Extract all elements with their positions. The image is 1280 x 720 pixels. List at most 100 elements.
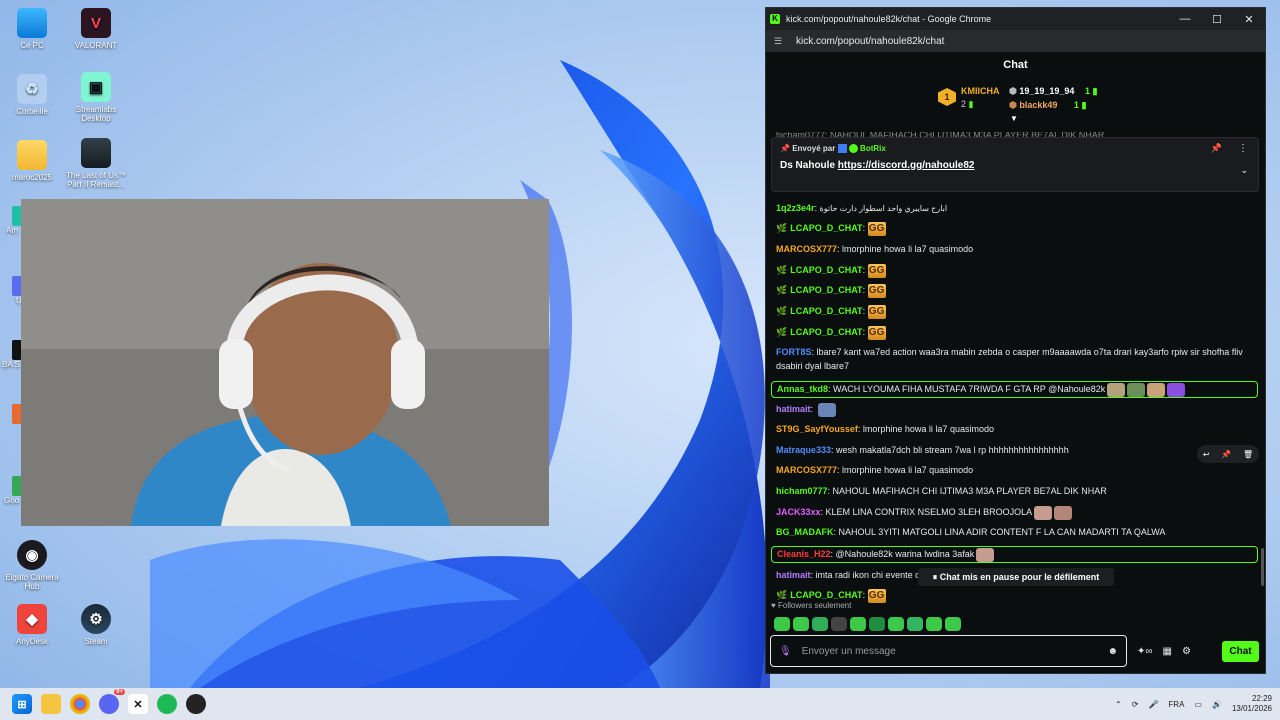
- minimize-icon[interactable]: —: [1169, 13, 1201, 25]
- chat-message[interactable]: ST9G_SayfYoussef: lmorphine howa li la7 …: [776, 422, 1256, 436]
- emote-icon[interactable]: [926, 617, 942, 631]
- chat-username[interactable]: BG_MADAFK: [776, 527, 834, 537]
- chrome-titlebar[interactable]: K kick.com/popout/nahoule82k/chat - Goog…: [766, 8, 1265, 30]
- send-chat-button[interactable]: Chat: [1222, 640, 1259, 662]
- unpin-icon[interactable]: 📌: [1211, 143, 1222, 154]
- chat-scrollbar[interactable]: [1261, 548, 1264, 586]
- emote-icon[interactable]: [945, 617, 961, 631]
- chat-username[interactable]: 1q2z3e4r: [776, 203, 815, 213]
- volume-icon[interactable]: 🔊: [1212, 700, 1222, 709]
- desktop-icon-fragment[interactable]: BA S: [0, 340, 22, 369]
- leaderboard-second-row[interactable]: ⬢ 19_19_19_94 1 ▮: [1009, 86, 1097, 97]
- clock[interactable]: 22:29 13/01/2026: [1232, 694, 1272, 714]
- chat-username[interactable]: hatimait: [776, 404, 811, 414]
- collapse-leaderboard-icon[interactable]: ▼: [1010, 114, 1018, 123]
- desktop-icon-steam[interactable]: ⚙ Steam: [62, 604, 130, 646]
- chat-username[interactable]: LCAPO_D_CHAT: [790, 223, 862, 233]
- delete-icon[interactable]: 🗑: [1243, 450, 1253, 459]
- chat-username[interactable]: MARCOSX777: [776, 465, 837, 475]
- emote-icon[interactable]: [793, 617, 809, 631]
- emote-icon[interactable]: [774, 617, 790, 631]
- desktop-icon-ce-pc[interactable]: Ce PC: [0, 8, 66, 50]
- chat-message[interactable]: BG_MADAFK: NAHOUL 3YITI MATGOLI LINA ADI…: [776, 525, 1256, 539]
- reply-icon[interactable]: ↩: [1203, 450, 1210, 459]
- chat-paused-notice[interactable]: ⏸ Chat mis en pause pour le défilement: [918, 568, 1114, 586]
- chat-username[interactable]: Matraque333: [776, 445, 831, 455]
- chat-username[interactable]: ST9G_SayfYoussef: [776, 424, 858, 434]
- emote-icon[interactable]: [888, 617, 904, 631]
- discord-link[interactable]: https://discord.gg/nahoule82: [838, 160, 975, 171]
- desktop-icon-fragment[interactable]: Am: [0, 206, 22, 235]
- sync-icon[interactable]: ⟳: [1132, 700, 1139, 709]
- chat-message[interactable]: hatimait:: [776, 402, 1256, 417]
- leaderboard-first-name[interactable]: KMIICHA: [961, 86, 1000, 96]
- maximize-icon[interactable]: ☐: [1201, 13, 1233, 26]
- chat-message[interactable]: JACK33xx: KLEM LINA CONTRIX NSELMO 3LEH …: [776, 505, 1256, 520]
- site-settings-icon[interactable]: ☰: [774, 36, 790, 47]
- chat-username[interactable]: FORT8S: [776, 347, 812, 357]
- emote-icon[interactable]: [831, 617, 847, 631]
- chat-username[interactable]: LCAPO_D_CHAT: [790, 265, 862, 275]
- spotify-icon[interactable]: [157, 694, 177, 714]
- emoji-icon[interactable]: ☻: [1107, 646, 1118, 657]
- desktop-icon-fragment[interactable]: U: [0, 276, 22, 305]
- chat-username[interactable]: LCAPO_D_CHAT: [790, 306, 862, 316]
- pinned-message[interactable]: 📌 Envoyé par BotRix Ds Nahoule https://d…: [771, 137, 1259, 192]
- chat-username[interactable]: Cleanis_H22: [777, 549, 831, 559]
- emote-icon[interactable]: [907, 617, 923, 631]
- chat-message[interactable]: 🌿 LCAPO_D_CHAT: GG: [776, 304, 1256, 319]
- desktop-icon-fragment[interactable]: [0, 404, 22, 424]
- chat-message[interactable]: 🌿 LCAPO_D_CHAT: GG: [776, 263, 1256, 278]
- chrome-icon[interactable]: [70, 694, 90, 714]
- more-options-icon[interactable]: ⋮: [1238, 143, 1248, 154]
- chat-message[interactable]: MARCOSX777: lmorphine howa li la7 quasim…: [776, 242, 1256, 256]
- chat-username[interactable]: JACK33xx: [776, 507, 821, 517]
- chat-username[interactable]: LCAPO_D_CHAT: [790, 285, 862, 295]
- emote-icon[interactable]: [850, 617, 866, 631]
- language-indicator[interactable]: FRA: [1168, 700, 1184, 709]
- settings-gear-icon[interactable]: ⚙: [1182, 646, 1191, 657]
- desktop-icon-streamlabs[interactable]: ▣ Streamlabs Desktop: [62, 72, 130, 123]
- desktop-icon-fragment[interactable]: Goo: [0, 476, 22, 505]
- channel-points-icon[interactable]: ✦∞: [1137, 646, 1153, 657]
- chat-message[interactable]: 🌿 LCAPO_D_CHAT: GG: [776, 283, 1256, 298]
- close-icon[interactable]: ✕: [1233, 13, 1265, 26]
- mic-icon[interactable]: 🎤: [1148, 700, 1158, 709]
- chat-username[interactable]: hatimait: [776, 570, 811, 580]
- chat-message[interactable]: 🌿 LCAPO_D_CHAT: GG: [776, 325, 1256, 340]
- chat-username[interactable]: Annas_tkd8: [777, 384, 828, 394]
- desktop-icon-corbeille[interactable]: ♻ Corbeille: [0, 74, 66, 116]
- obs-icon[interactable]: [186, 694, 206, 714]
- chat-input[interactable]: 🎙 Envoyer un message ☻: [770, 635, 1127, 667]
- chat-username[interactable]: hicham0777: [776, 486, 828, 496]
- expand-pinned-icon[interactable]: ⌄: [1240, 165, 1248, 176]
- chat-message[interactable]: MARCOSX777: lmorphine howa li la7 quasim…: [776, 463, 1256, 477]
- chevron-up-icon[interactable]: ⌃: [1115, 700, 1122, 709]
- capcut-icon[interactable]: ✕: [128, 694, 148, 714]
- chat-message[interactable]: FORT8S: lbare7 kant wa7ed action waa3ra …: [776, 345, 1256, 373]
- emote-icon[interactable]: [812, 617, 828, 631]
- chat-message[interactable]: Annas_tkd8: WACH LYOUMA FIHA MUSTAFA 7RI…: [771, 381, 1258, 398]
- emote-icon[interactable]: [869, 617, 885, 631]
- microphone-icon[interactable]: 🎙: [779, 646, 792, 657]
- chat-username[interactable]: MARCOSX777: [776, 244, 837, 254]
- desktop-icon-maroc2025[interactable]: maroc2025: [0, 140, 66, 182]
- network-icon[interactable]: ▭: [1194, 700, 1202, 709]
- chat-username[interactable]: LCAPO_D_CHAT: [790, 327, 862, 337]
- chat-message[interactable]: hicham0777: NAHOUL MAFIHACH CHI IJTIMA3 …: [776, 484, 1256, 498]
- chat-message[interactable]: 🌿 LCAPO_D_CHAT: GG: [776, 221, 1256, 236]
- store-icon[interactable]: ▦: [1163, 646, 1172, 657]
- file-explorer-icon[interactable]: [41, 694, 61, 714]
- desktop-icon-valorant[interactable]: V VALORANT: [62, 8, 130, 50]
- chat-username[interactable]: LCAPO_D_CHAT: [790, 590, 862, 600]
- desktop-icon-anydesk[interactable]: ◆ AnyDesk: [0, 604, 66, 646]
- windows-start-icon[interactable]: ⊞: [12, 694, 32, 714]
- discord-icon[interactable]: 9+: [99, 689, 125, 714]
- leaderboard-third-row[interactable]: ⬢ blackk49 1 ▮: [1009, 100, 1086, 111]
- chat-message[interactable]: 1q2z3e4r: ابارح سايبري واحد اسطوار دارت …: [776, 201, 1256, 216]
- desktop-icon-elgato[interactable]: ◉ Elgato Camera Hub: [0, 540, 66, 591]
- chat-message[interactable]: Matraque333: wesh makatla7dch bli stream…: [776, 443, 1256, 457]
- address-bar[interactable]: ☰ kick.com/popout/nahoule82k/chat: [766, 30, 1265, 52]
- desktop-icon-tlou[interactable]: The Last of Us™ Part II Remast...: [62, 138, 130, 189]
- chat-message[interactable]: Cleanis_H22: @Nahoule82k warina lwdina 3…: [771, 546, 1258, 563]
